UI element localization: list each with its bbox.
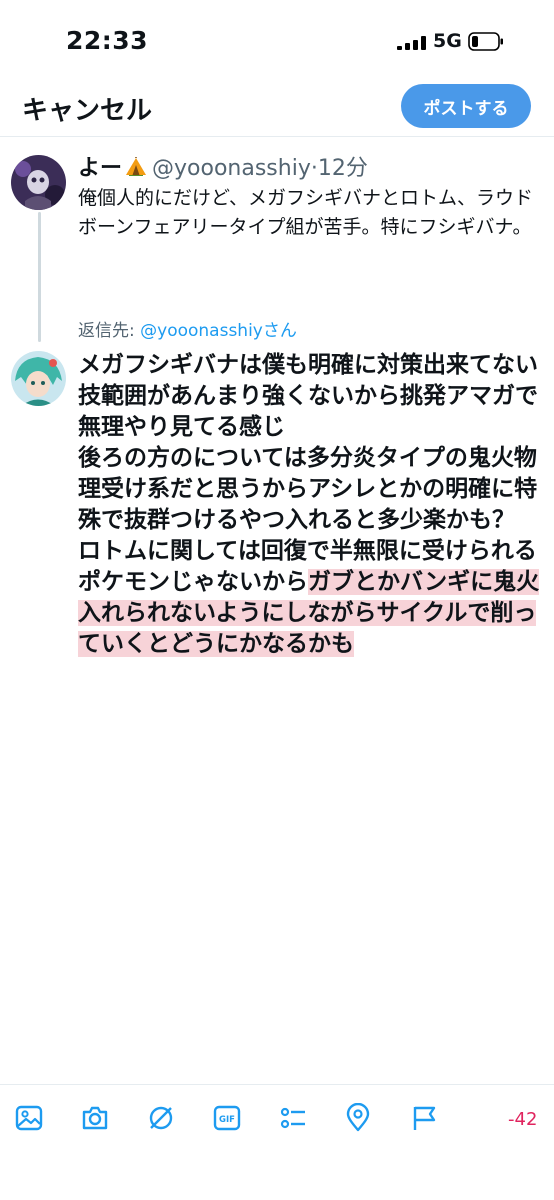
network-label: 5G xyxy=(433,30,462,52)
replying-to-handle[interactable]: @yooonasshiyさん xyxy=(140,321,297,341)
svg-text:GIF: GIF xyxy=(219,1115,235,1125)
status-time: 22:33 xyxy=(66,26,149,55)
gif-icon[interactable]: GIF xyxy=(212,1103,242,1133)
original-author-name: よー xyxy=(78,156,123,181)
cancel-button[interactable]: キャンセル xyxy=(22,90,152,127)
compose-header: キャンセル ポストする xyxy=(0,80,554,137)
status-bar: 22:33 5G xyxy=(0,0,554,80)
tent-icon xyxy=(126,157,147,176)
poll-icon[interactable] xyxy=(278,1103,308,1133)
post-time: 12分 xyxy=(317,156,368,181)
user-avatar[interactable] xyxy=(11,351,66,406)
thread-connector-line xyxy=(38,212,41,342)
signal-icon xyxy=(397,36,426,50)
alt-text-icon[interactable] xyxy=(146,1103,176,1133)
compose-toolbar: GIF -42 xyxy=(0,1084,554,1153)
location-icon[interactable] xyxy=(343,1103,373,1133)
character-count: -42 xyxy=(508,1109,538,1130)
original-post-text: 俺個人的にだけど、メガフシギバナとロトム、ラウドボーンフェアリータイプ組が苦手。… xyxy=(78,187,534,238)
replying-to-prefix: 返信先: xyxy=(78,321,141,341)
post-button[interactable]: ポストする xyxy=(401,84,531,128)
original-post-header: よー @yooonasshiy·12分 xyxy=(78,150,368,182)
compose-text-within-limit: メガフシギバナは僕も明確に対策出来てない 技範囲があんまり強くないから挑発アマガ… xyxy=(78,352,538,595)
image-icon[interactable] xyxy=(14,1103,44,1133)
original-author-handle: @yooonasshiy xyxy=(152,156,311,181)
camera-icon[interactable] xyxy=(80,1103,110,1133)
replying-to: 返信先: @yooonasshiyさん xyxy=(78,316,297,341)
meta-separator: · xyxy=(310,156,318,181)
original-author-avatar[interactable] xyxy=(11,155,66,210)
reply-compose-input[interactable]: メガフシギバナは僕も明確に対策出来てない 技範囲があんまり強くないから挑発アマガ… xyxy=(78,350,548,660)
battery-icon xyxy=(468,32,503,51)
flag-icon[interactable] xyxy=(409,1103,439,1133)
